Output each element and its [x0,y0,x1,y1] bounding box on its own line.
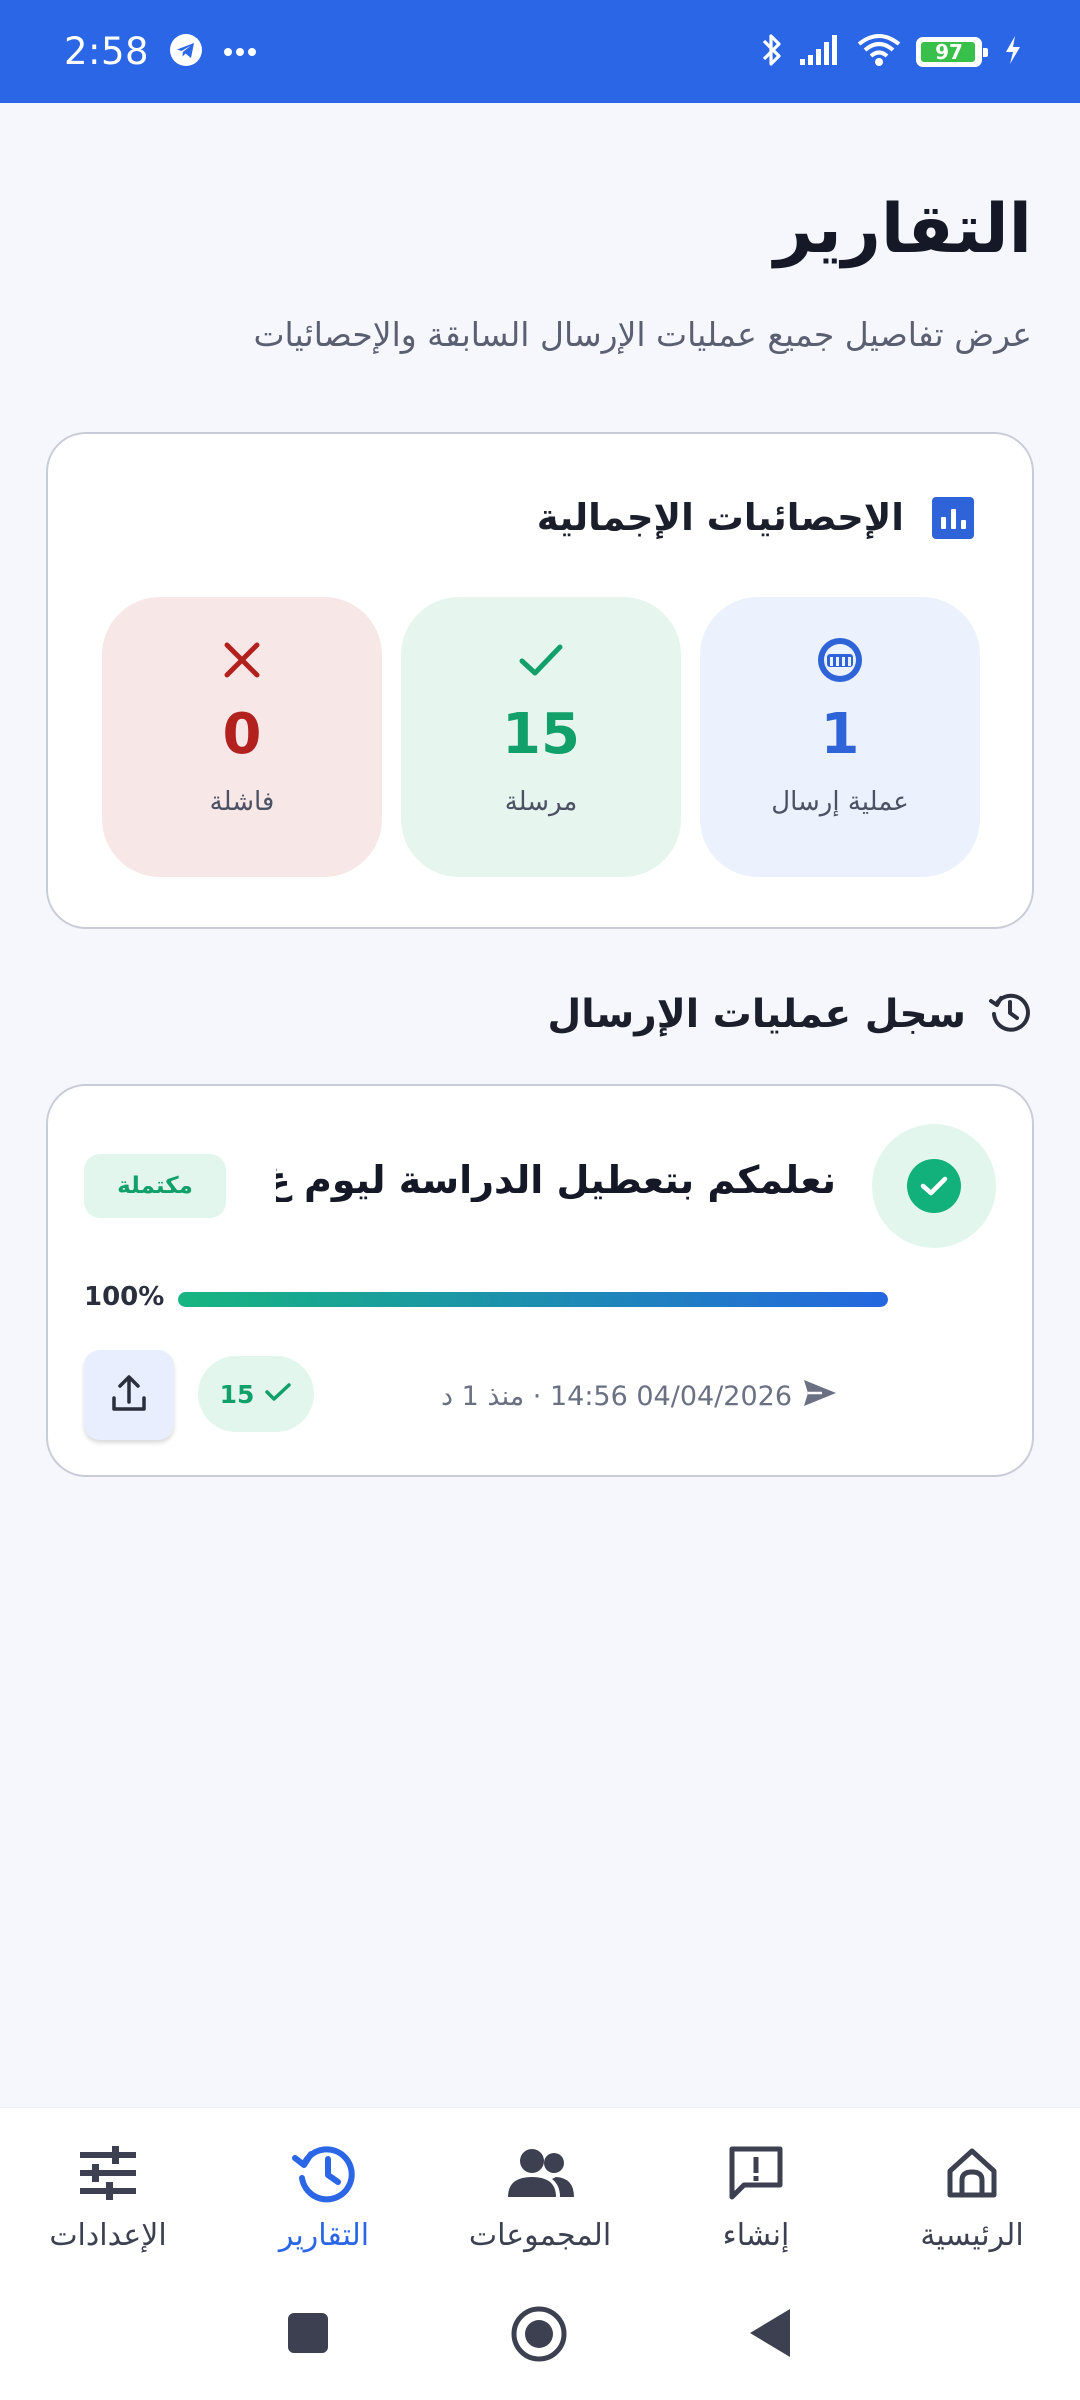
sent-count-pill: 15 [198,1356,314,1432]
stat-tile-sent: 15 مرسلة [401,597,681,877]
nav-item-create[interactable]: إنشاء [648,2138,864,2253]
operation-date: 04/04/2026 14:56 · منذ 1 د [441,1381,792,1412]
nav-label-create: إنشاء [722,2218,790,2253]
bluetooth-icon [760,31,784,73]
nav-label-groups: المجموعات [468,2218,612,2253]
status-badge: مكتملة [84,1154,226,1218]
battery-icon: 97 [916,36,988,67]
nav-label-home: الرئيسية [920,2218,1024,2253]
export-button[interactable] [84,1350,174,1440]
bottom-navigation: الرئيسية إنشاء المجموعات التقارير الإعدا… [0,2107,1080,2287]
history-title: سجل عمليات الإرسال [547,991,966,1037]
page-subtitle: عرض تفاصيل جميع عمليات الإرسال السابقة و… [253,315,1032,354]
bar-chart-icon [932,496,974,539]
upload-icon [109,1372,149,1418]
progress-bar [178,1292,888,1307]
create-message-icon [726,2138,786,2208]
progress-percent: 100% [84,1282,165,1312]
sent-count: 15 [502,702,580,767]
check-circle-icon [907,1159,961,1213]
operation-meta: 04/04/2026 14:56 · منذ 1 د [441,1378,838,1415]
overall-stats-card: الإحصائيات الإجمالية 1 عملية إرسال 15 مر… [46,432,1034,929]
home-button[interactable] [510,2305,568,2367]
recents-button[interactable] [286,2311,330,2359]
home-icon [943,2138,1001,2208]
back-button[interactable] [748,2307,792,2363]
settings-sliders-icon [78,2138,138,2208]
system-navigation-bar [0,2287,1080,2400]
send-operation-icon [815,635,865,685]
close-icon [222,635,262,685]
nav-item-groups[interactable]: المجموعات [432,2138,648,2253]
reports-history-icon [291,2138,357,2208]
status-bar: 2:58 97 [0,0,1080,103]
sent-pill-count: 15 [219,1379,255,1409]
signal-icon [798,33,842,71]
more-dots-icon [223,42,257,61]
check-icon [516,635,566,685]
history-header: سجل عمليات الإرسال [547,990,1032,1038]
failed-count: 0 [222,702,262,767]
telegram-icon [169,33,203,71]
nav-label-reports: التقارير [278,2218,370,2253]
send-operation-card[interactable]: نعلمكم بتعطيل الدراسة ليوم غ... مكتملة 1… [46,1084,1034,1477]
send-icon [802,1378,838,1415]
check-icon [264,1380,292,1409]
wifi-icon [856,32,902,72]
stat-tile-operations: 1 عملية إرسال [700,597,980,877]
nav-item-home[interactable]: الرئيسية [864,2138,1080,2253]
groups-icon [504,2138,576,2208]
battery-level: 97 [935,39,963,64]
stats-header: الإحصائيات الإجمالية [537,496,974,539]
history-icon [988,990,1032,1038]
stats-title: الإحصائيات الإجمالية [536,496,904,539]
status-bar-left: 2:58 [64,30,257,73]
sent-label: مرسلة [504,787,578,817]
progress-fill [178,1292,888,1307]
page-title: التقارير [773,190,1032,269]
stat-tile-failed: 0 فاشلة [102,597,382,877]
status-time: 2:58 [64,30,150,73]
status-bar-right: 97 [760,31,1022,73]
nav-label-settings: الإعدادات [49,2218,167,2253]
operation-title: نعلمكم بتعطيل الدراسة ليوم غ... [276,1158,836,1202]
operations-label: عملية إرسال [771,787,909,817]
nav-item-reports[interactable]: التقارير [216,2138,432,2253]
failed-label: فاشلة [209,787,275,817]
operations-count: 1 [820,702,860,767]
nav-item-settings[interactable]: الإعدادات [0,2138,216,2253]
operation-status-icon [872,1124,996,1248]
charging-icon [1004,35,1022,69]
